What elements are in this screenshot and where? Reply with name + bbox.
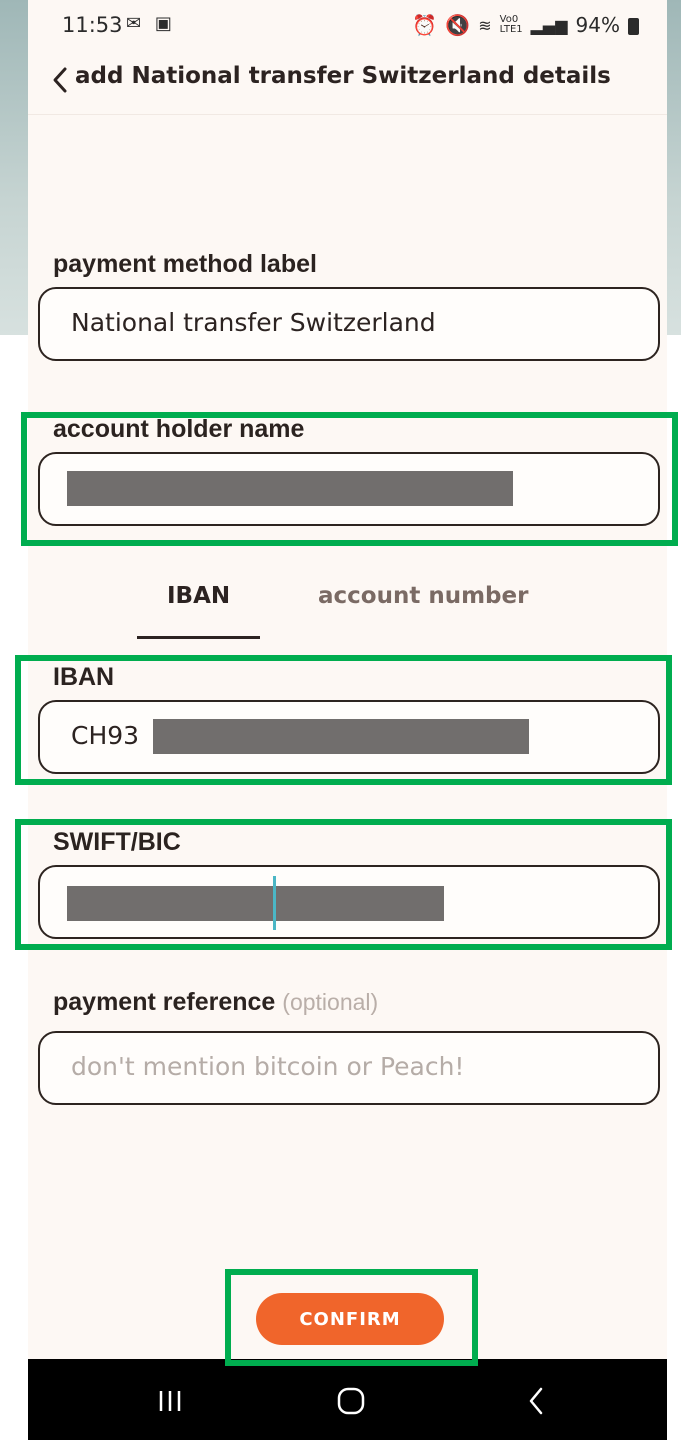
home-icon[interactable] — [321, 1381, 381, 1421]
signal-icon: ▂▄▆ — [530, 15, 568, 35]
recent-apps-icon[interactable] — [140, 1381, 200, 1421]
iban-input[interactable]: CH93 — [38, 700, 660, 774]
page-title: add National transfer Switzerland detail… — [75, 63, 611, 89]
background-left — [0, 0, 28, 335]
message-icon: ✉ — [126, 13, 146, 34]
optional-hint: (optional) — [282, 989, 379, 1015]
phone-screen: 11:53 ✉ ▣ ⏰ 🔇 ≋ Vo0 LTE1 ▂▄▆ 94% add Nati… — [28, 0, 667, 1440]
status-time: 11:53 — [62, 13, 123, 37]
redacted-value — [153, 719, 529, 754]
account-holder-name-label: account holder name — [53, 415, 305, 443]
payment-reference-label-text: payment reference — [53, 988, 276, 1016]
account-holder-name-input[interactable] — [38, 452, 660, 526]
tab-iban[interactable]: IBAN — [167, 583, 230, 609]
active-tab-indicator — [137, 636, 260, 639]
redacted-value — [67, 471, 513, 506]
payment-reference-placeholder: don't mention bitcoin or Peach! — [71, 1052, 465, 1081]
image-icon: ▣ — [154, 13, 176, 34]
battery-text: 94% — [575, 13, 620, 37]
navigation-bar — [28, 1359, 667, 1440]
mute-icon: 🔇 — [445, 13, 471, 37]
background-right — [667, 0, 681, 335]
battery-icon — [628, 17, 639, 35]
payment-method-label-input[interactable]: National transfer Switzerland — [38, 287, 660, 361]
payment-method-label-value: National transfer Switzerland — [71, 308, 436, 337]
back-icon[interactable] — [40, 64, 80, 96]
header: add National transfer Switzerland detail… — [28, 52, 667, 115]
confirm-button[interactable]: CONFIRM — [256, 1293, 444, 1345]
back-nav-icon[interactable] — [506, 1381, 566, 1421]
alarm-icon: ⏰ — [412, 13, 438, 37]
payment-reference-input[interactable]: don't mention bitcoin or Peach! — [38, 1031, 660, 1105]
status-icons-left: ✉ ▣ — [126, 13, 176, 34]
iban-label: IBAN — [53, 663, 115, 691]
swift-bic-label: SWIFT/BIC — [53, 828, 181, 856]
text-cursor — [273, 876, 276, 930]
wifi-icon: ≋ — [478, 15, 492, 35]
volte-icon: Vo0 LTE1 — [499, 14, 523, 35]
status-icons-right: ⏰ 🔇 ≋ Vo0 LTE1 ▂▄▆ 94% — [412, 13, 639, 37]
redacted-value — [67, 886, 444, 921]
payment-method-label-label: payment method label — [53, 250, 317, 278]
payment-reference-label: payment reference (optional) — [53, 988, 378, 1017]
tab-account-number[interactable]: account number — [318, 583, 528, 609]
iban-prefix: CH93 — [71, 721, 140, 750]
swift-bic-input[interactable] — [38, 865, 660, 939]
status-bar: 11:53 ✉ ▣ ⏰ 🔇 ≋ Vo0 LTE1 ▂▄▆ 94% — [28, 0, 667, 52]
